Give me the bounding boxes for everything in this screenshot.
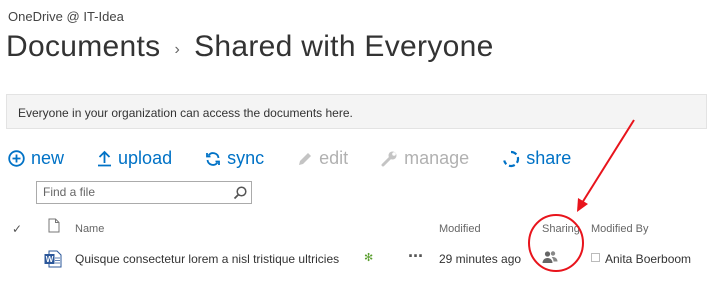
manage-label: manage [404,148,470,168]
presence-indicator [591,253,600,262]
command-bar: new upload sync edit manage share [8,148,604,169]
breadcrumb-root[interactable]: Documents [6,30,160,64]
sync-icon [206,151,220,166]
modified-value: 29 minutes ago [439,252,522,266]
sync-button[interactable]: sync [205,148,264,169]
modified-by-value[interactable]: Anita Boerboom [605,252,691,266]
edit-label: edit [319,148,349,168]
find-file-input[interactable] [43,185,223,199]
column-header-name[interactable]: Name [75,223,104,235]
column-header-modified-by[interactable]: Modified By [591,223,648,235]
word-doc-icon: W [44,250,62,268]
plus-circle-icon [8,150,25,167]
svg-text:W: W [46,255,54,264]
breadcrumb-separator: › [174,41,181,58]
sync-label: sync [227,148,265,168]
share-button[interactable]: share [502,148,571,169]
upload-button[interactable]: upload [97,148,172,169]
ellipsis-menu-icon[interactable]: ··· [408,246,424,267]
breadcrumb: Documents › Shared with Everyone [6,30,494,64]
upload-label: upload [118,148,173,168]
column-header-sharing[interactable]: Sharing [542,223,580,235]
file-type-header-icon [48,218,60,233]
pencil-icon [299,152,312,165]
notice-banner: Everyone in your organization can access… [6,94,707,129]
upload-arrow-icon [98,150,112,167]
file-name-link[interactable]: Quisque consectetur lorem a nisl tristiq… [75,252,339,266]
manage-button[interactable]: manage [381,148,469,169]
share-label: share [526,148,572,168]
notice-text: Everyone in your organization can access… [18,106,353,120]
annotation-arrowhead [577,198,588,212]
site-title[interactable]: OneDrive @ IT-Idea [8,9,124,24]
column-header-modified[interactable]: Modified [439,223,481,235]
new-button[interactable]: new [8,148,64,169]
edit-button[interactable]: edit [297,148,348,169]
find-file-box [36,181,252,204]
new-label: new [31,148,65,168]
select-all-checkmark[interactable]: ✓ [12,222,22,236]
wrench-icon [381,151,397,167]
page-title: Shared with Everyone [194,30,494,63]
share-icon [503,150,520,167]
people-icon[interactable] [542,250,558,264]
new-item-icon: ✻ [364,252,374,264]
search-icon[interactable] [232,185,248,201]
